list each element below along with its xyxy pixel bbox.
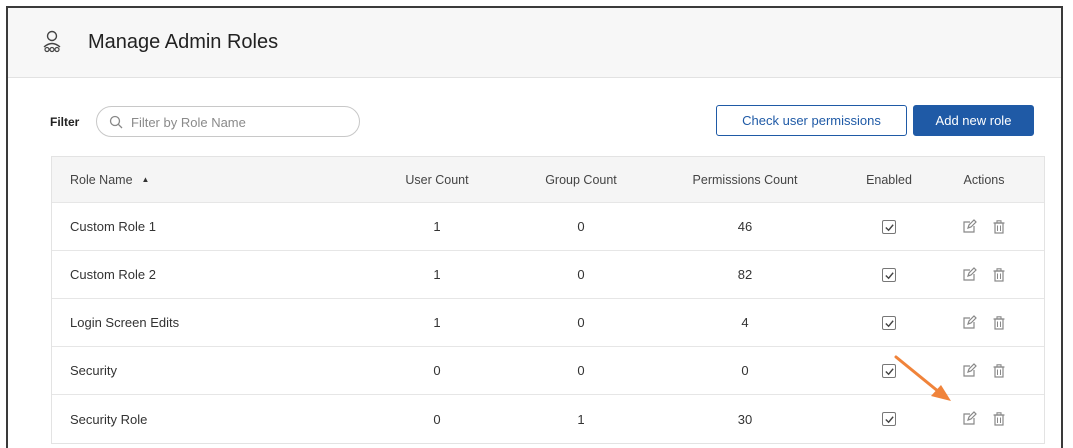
trash-icon[interactable] <box>991 219 1007 235</box>
table-row: Login Screen Edits 1 0 4 <box>52 299 1044 347</box>
role-name-cell: Login Screen Edits <box>70 315 180 330</box>
edit-icon[interactable] <box>961 362 977 379</box>
page-header: Manage Admin Roles <box>8 8 1061 78</box>
column-header-role-name[interactable]: Role Name ▲ <box>70 157 149 202</box>
trash-icon[interactable] <box>991 315 1007 331</box>
user-count-cell: 0 <box>433 363 441 378</box>
check-user-permissions-button[interactable]: Check user permissions <box>716 105 907 136</box>
permissions-count-cell: 0 <box>741 363 749 378</box>
group-count-cell: 0 <box>577 267 585 282</box>
user-count-cell: 0 <box>433 411 441 427</box>
permissions-count-cell: 4 <box>741 315 749 330</box>
role-name-cell: Security Role <box>70 411 148 427</box>
group-count-cell: 0 <box>577 219 585 234</box>
search-icon <box>109 115 123 129</box>
filter-input[interactable] <box>131 113 351 131</box>
annotation-arrow <box>894 355 951 401</box>
column-header-actions: Actions <box>963 172 1005 187</box>
user-count-cell: 1 <box>433 315 441 330</box>
filter-label: Filter <box>50 115 80 129</box>
actions-cell <box>944 299 1024 346</box>
enabled-checkbox[interactable] <box>882 412 896 426</box>
enabled-checkbox[interactable] <box>882 315 896 330</box>
group-count-cell: 0 <box>577 363 585 378</box>
actions-cell <box>944 251 1024 298</box>
enabled-cell <box>854 251 924 298</box>
actions-cell <box>944 395 1024 443</box>
table-header-row: Role Name ▲ User Count Group Count Permi… <box>52 157 1044 203</box>
permissions-count-cell: 46 <box>737 219 753 234</box>
role-name-cell: Custom Role 1 <box>70 219 156 234</box>
trash-icon[interactable] <box>991 411 1007 427</box>
edit-icon[interactable] <box>961 411 977 427</box>
enabled-cell <box>854 299 924 346</box>
role-name-cell: Security <box>70 363 117 378</box>
trash-icon[interactable] <box>991 363 1007 379</box>
actions-cell <box>944 203 1024 250</box>
column-header-group-count: Group Count <box>545 172 617 187</box>
column-header-enabled: Enabled <box>866 172 912 187</box>
permissions-count-cell: 30 <box>737 411 753 427</box>
actions-cell <box>944 347 1024 394</box>
trash-icon[interactable] <box>991 267 1007 283</box>
edit-icon[interactable] <box>961 266 977 283</box>
user-count-cell: 1 <box>433 219 441 234</box>
edit-icon[interactable] <box>961 314 977 331</box>
table-row: Custom Role 2 1 0 82 <box>52 251 1044 299</box>
group-count-cell: 1 <box>577 411 585 427</box>
column-header-user-count: User Count <box>405 172 469 187</box>
filter-field[interactable] <box>96 106 360 137</box>
enabled-cell <box>854 203 924 250</box>
page-title: Manage Admin Roles <box>88 31 279 53</box>
column-header-permissions-count: Permissions Count <box>692 172 798 187</box>
column-header-role-name-label: Role Name <box>70 172 133 187</box>
user-count-cell: 1 <box>433 267 441 282</box>
add-new-role-button[interactable]: Add new role <box>913 105 1034 136</box>
user-group-icon <box>43 30 61 53</box>
enabled-checkbox[interactable] <box>882 219 896 234</box>
role-name-cell: Custom Role 2 <box>70 267 156 282</box>
table-row: Custom Role 1 1 0 46 <box>52 203 1044 251</box>
edit-icon[interactable] <box>961 218 977 235</box>
group-count-cell: 0 <box>577 315 585 330</box>
sort-ascending-icon: ▲ <box>141 175 150 184</box>
enabled-checkbox[interactable] <box>882 267 896 282</box>
permissions-count-cell: 82 <box>737 267 753 282</box>
